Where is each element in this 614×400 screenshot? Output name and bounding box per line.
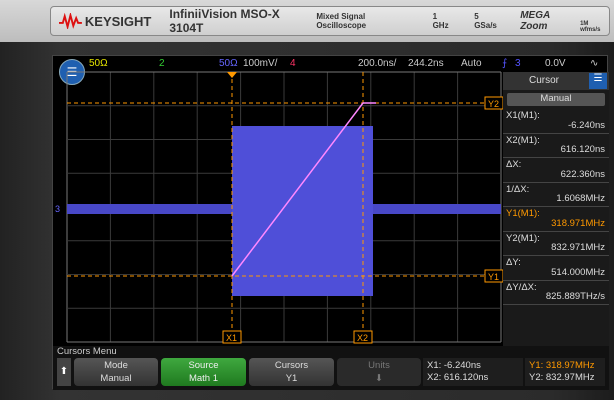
brand-bar: KEYSIGHT InfiniiVision MSO-X 3104T Mixed… [50, 6, 610, 36]
cursor-readout-row: ΔY: 514.000MHz [503, 256, 609, 281]
units-softkey[interactable]: Units ⬇ [337, 358, 421, 386]
y1-label: Y1 [488, 272, 499, 282]
bandwidth: 1 GHz [432, 12, 449, 30]
readout-label: Y1(M1): [506, 208, 540, 219]
readout-value: 616.120ns [560, 144, 605, 155]
y2-readout: Y2: 832.97MHz [529, 372, 595, 383]
model-desc: Mixed Signal Oscilloscope [316, 12, 367, 30]
model-name: InfiniiVision MSO-X 3104T [169, 7, 280, 35]
readout-value: 832.971MHz [551, 242, 605, 253]
x1-readout: X1: -6.240ns [427, 360, 481, 371]
readout-label: ΔX: [506, 159, 522, 170]
source-softkey-value: Math 1 [188, 373, 219, 384]
trigger-position-marker [227, 72, 237, 78]
cursors-softkey-label: Cursors [274, 360, 309, 371]
readout-label: Y2(M1): [506, 232, 540, 244]
readout-label: X1(M1): [506, 110, 540, 121]
readout-value: 622.360ns [560, 168, 605, 180]
y2-label: Y2 [488, 99, 499, 109]
readout-label: ΔY/ΔX: [506, 281, 537, 293]
ch3-burst [232, 126, 373, 296]
mode-softkey-value: Manual [100, 373, 132, 384]
cursors-softkey[interactable]: Cursors Y1 [249, 358, 334, 386]
side-panel-title: Cursor [529, 75, 560, 86]
softkey-menu: Cursors Menu ⬆ Mode Manual Source Math 1 C… [53, 346, 609, 390]
cursor-readout-row: 1/ΔX: 1.6068MHz [503, 183, 609, 207]
cursor-side-panel: Cursor ☰ Manual X1(M1): -6.240ns X2(M1): 61… [503, 72, 609, 348]
keysight-logo-icon [59, 13, 82, 29]
x2-label: X2 [357, 333, 368, 343]
megazoom-logo: MEGA Zoom [520, 10, 550, 32]
cursor-readout-row: X1(M1): -6.240ns [503, 109, 609, 134]
cursor-readout-row: X2(M1): 616.120ns [503, 134, 609, 158]
cursor-readout-row: Y2(M1): 832.971MHz [503, 232, 609, 256]
cursor-readout-row: ΔY/ΔX: 825.889THz/s [503, 281, 609, 305]
back-button[interactable]: ⬆ [57, 358, 71, 386]
x1-label: X1 [226, 333, 237, 343]
source-softkey-label: Source [188, 360, 219, 371]
x2-readout: X2: 616.120ns [427, 372, 489, 383]
sample-rate: 5 GSa/s [474, 12, 497, 30]
cursors-softkey-value: Y1 [285, 373, 298, 384]
side-panel-menu-button[interactable]: ☰ [589, 73, 607, 89]
mode-softkey-label: Mode [104, 360, 128, 371]
readout-value: 514.000MHz [551, 266, 605, 278]
units-softkey-label: Units [368, 360, 390, 371]
readout-label: X2(M1): [506, 134, 540, 146]
scope-screen: 50Ω 2 50Ω 100mV/ 4 200.0ns/ 244.2ns Auto… [52, 55, 609, 390]
instrument-top: KEYSIGHT InfiniiVision MSO-X 3104T Mixed… [0, 0, 614, 42]
megazoom-sub: 1M wfms/s [580, 21, 601, 33]
cursor-readout-row: Y1(M1): 318.971MHz [503, 207, 609, 232]
cursor-readout-row: ΔX: 622.360ns [503, 158, 609, 183]
brand-name: KEYSIGHT [84, 13, 152, 29]
side-panel-header: Cursor ☰ [503, 72, 609, 90]
down-arrow-icon: ⬇ [375, 373, 383, 384]
readout-value: 1.6068MHz [556, 193, 605, 204]
mode-softkey[interactable]: Mode Manual [74, 358, 158, 386]
y-readout: Y1: 318.97MHz Y2: 832.97MHz [525, 358, 605, 386]
readout-value: 825.889THz/s [545, 291, 605, 302]
mode-button[interactable]: Manual [507, 93, 605, 106]
menu-title: Cursors Menu [57, 346, 117, 357]
y1-readout: Y1: 318.97MHz [529, 360, 595, 371]
source-softkey[interactable]: Source Math 1 [161, 358, 246, 386]
readout-label: ΔY: [506, 257, 521, 268]
readout-label: 1/ΔX: [506, 183, 530, 195]
readout-value: 318.971MHz [551, 217, 605, 229]
readout-value: -6.240ns [568, 119, 605, 131]
ch3-ground-marker: 3 [55, 204, 60, 214]
x-readout: X1: -6.240ns X2: 616.120ns [423, 358, 523, 386]
